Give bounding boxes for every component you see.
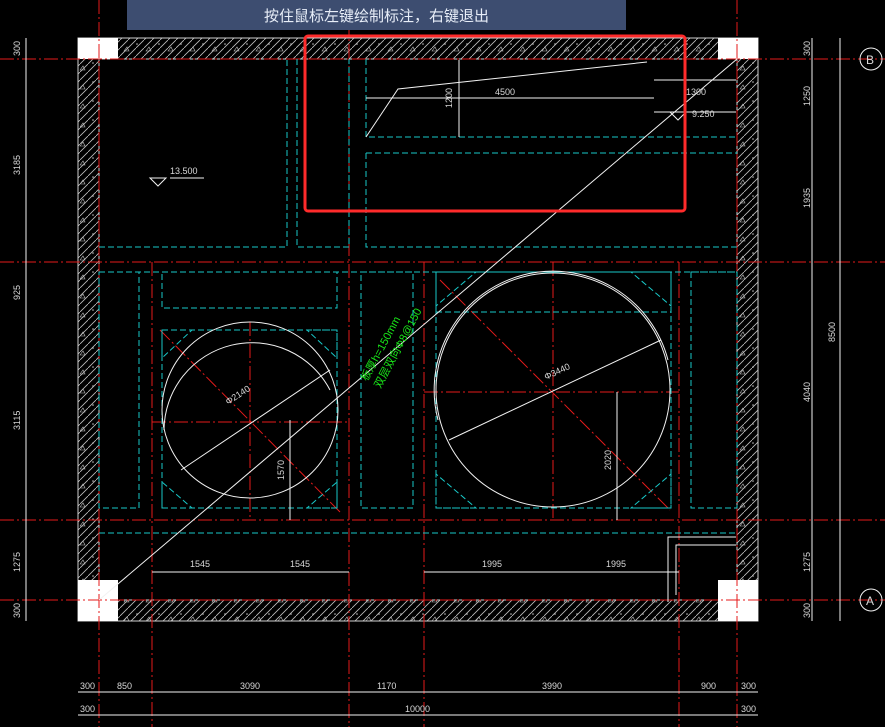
dim-left-3: 925 [12,285,22,300]
dim-bottom-3: 3090 [240,681,260,691]
beam-outlines [98,59,738,534]
dim-right-5: 1275 [802,552,812,572]
dim-small-circle-v: 1570 [276,460,286,480]
dim-left-1: 300 [12,41,22,56]
dim-bottom-total: 10000 [405,704,430,714]
dim-left-6: 300 [12,603,22,618]
dim-inner-right-1: 1995 [482,559,502,569]
elevation-left: 13.500 [170,166,198,176]
dim-right-2: 1250 [802,86,812,106]
dim-bottom-left: 300 [80,704,95,714]
dim-inner-left-1: 1545 [190,559,210,569]
dim-bottom-right: 300 [741,704,756,714]
dim-top-slope-len: 4500 [495,87,515,97]
dim-left-5: 1275 [12,552,22,572]
slab-annotation: 板厚h=150mm 双层双向Φ8@150 [357,306,424,391]
dim-small-circle-d: Φ2140 [224,383,252,406]
dim-large-circle-d: Φ3440 [543,361,572,382]
dim-left-2: 3185 [12,155,22,175]
dim-right-3: 1935 [802,188,812,208]
dim-right-1: 300 [802,41,812,56]
dim-right-4: 4040 [802,382,812,402]
dim-inner-right-2: 1995 [606,559,626,569]
axis-label-b: B [866,53,874,67]
dim-right-total: 8500 [827,322,837,342]
dim-left-4: 3115 [12,411,22,430]
dim-bottom-5: 3990 [542,681,562,691]
dim-bottom-4: 1170 [377,681,396,691]
command-hint-bar: 按住鼠标左键绘制标注，右键退出 [127,0,626,30]
dim-right-6: 300 [802,603,812,618]
dim-bottom-1: 300 [80,681,95,691]
selection-highlight-box [303,34,687,213]
axis-label-a: A [866,594,874,608]
command-hint-text: 按住鼠标左键绘制标注，右键退出 [263,6,489,25]
elevation-right: 9.250 [692,109,715,119]
dim-bottom-7: 300 [741,681,756,691]
cad-drawing-canvas[interactable]: 4500 1200 1300 1570 2020 Φ2140 Φ3440 154… [0,0,885,727]
dim-bottom-6: 900 [701,681,716,691]
dim-inner-left-2: 1545 [290,559,310,569]
dim-large-circle-v: 2020 [603,450,613,470]
dim-bottom-2: 850 [117,681,132,691]
dim-top-slope-rise: 1200 [444,88,454,108]
dim-top-small: 1300 [686,87,706,97]
